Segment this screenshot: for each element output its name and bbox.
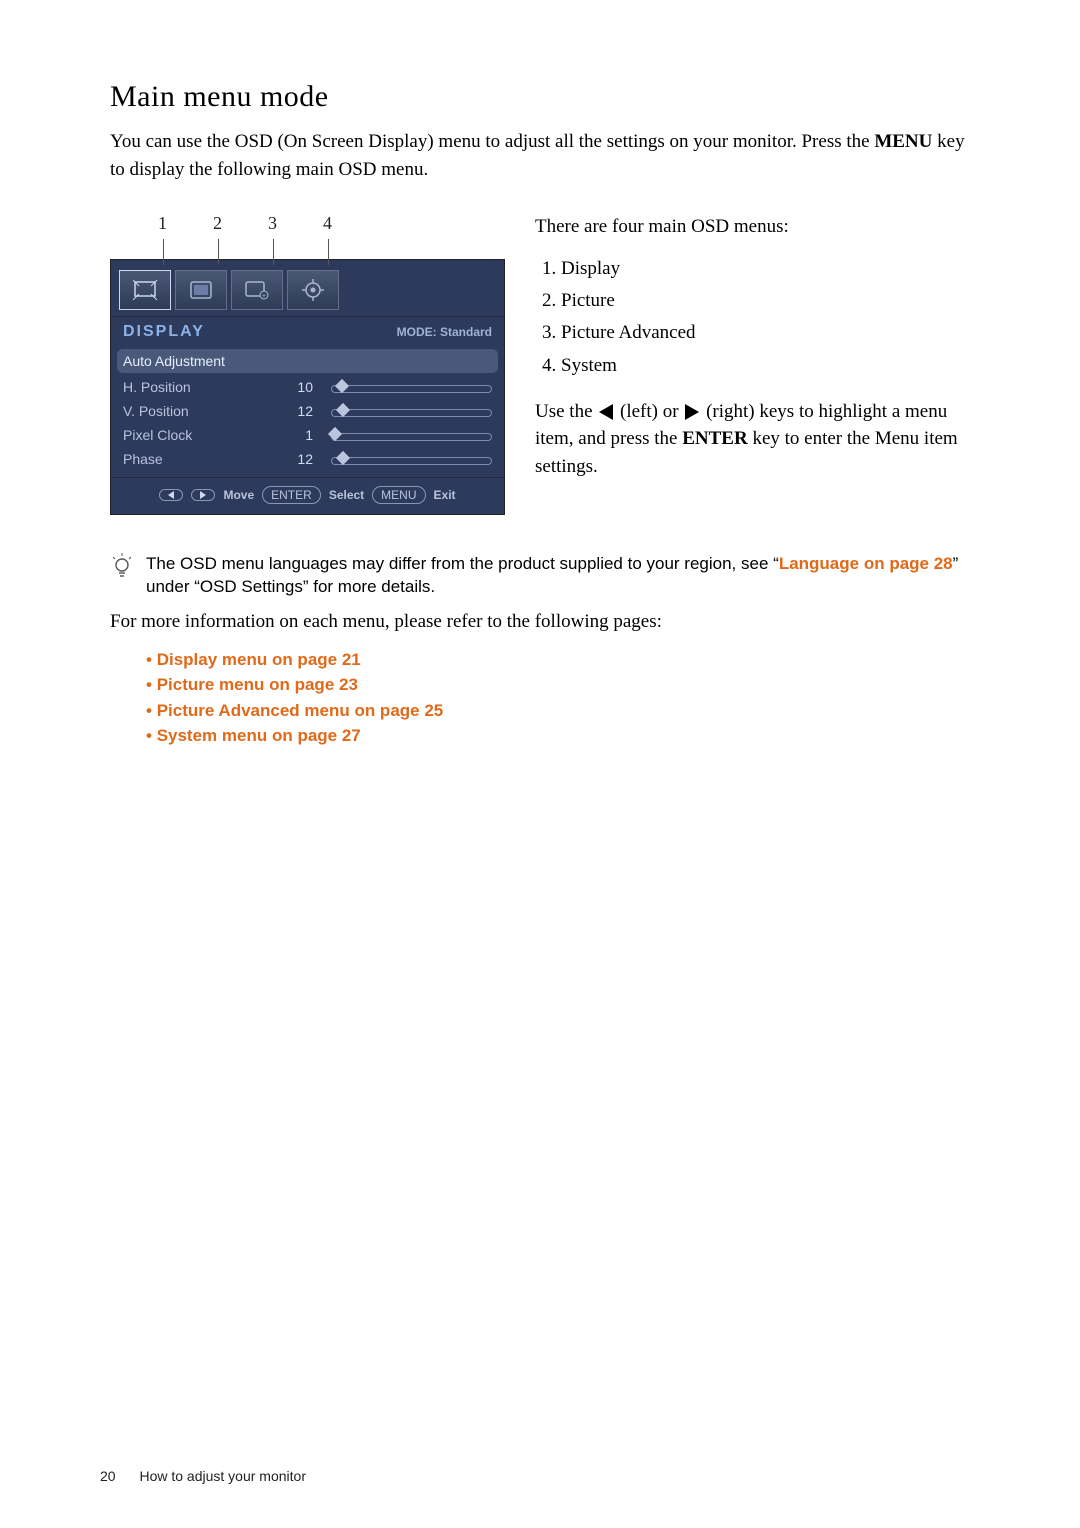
osd-mode: MODE: Standard	[397, 325, 492, 339]
use-text-a: Use the	[535, 401, 597, 422]
osd-slider	[323, 382, 492, 392]
display-menu-link[interactable]: Display menu on page 21	[146, 647, 980, 673]
intro-text-a: You can use the OSD (On Screen Display) …	[110, 131, 874, 152]
osd-row-label: Phase	[123, 451, 273, 467]
osd-row-value: 10	[273, 379, 313, 395]
osd-row-value: 12	[273, 403, 313, 419]
osd-tab-picture	[175, 270, 227, 310]
svg-text:+: +	[262, 292, 266, 300]
osd-row: Auto Adjustment	[117, 349, 498, 373]
menu-links-list: Display menu on page 21 Picture menu on …	[146, 647, 980, 749]
osd-slider	[323, 430, 492, 440]
section-heading: Main menu mode	[110, 80, 980, 114]
exit-label: Exit	[434, 488, 456, 502]
osd-tab-picture-advanced: +	[231, 270, 283, 310]
osd-tab-system	[287, 270, 339, 310]
osd-row-value: 1	[273, 427, 313, 443]
lightbulb-icon	[110, 553, 134, 599]
footer-section: How to adjust your monitor	[139, 1468, 306, 1484]
more-info-text: For more information on each menu, pleas…	[110, 611, 980, 633]
osd-slider	[323, 406, 492, 416]
gear-icon	[298, 277, 328, 303]
osd-menu-list: Display Picture Picture Advanced System	[561, 253, 980, 382]
language-link[interactable]: Language on page 28	[779, 554, 953, 573]
osd-row-value: 12	[273, 451, 313, 467]
osd-row-label: H. Position	[123, 379, 273, 395]
right-arrow-icon	[685, 404, 699, 420]
picture-advanced-menu-link[interactable]: Picture Advanced menu on page 25	[146, 698, 980, 724]
intro-paragraph: You can use the OSD (On Screen Display) …	[110, 128, 980, 183]
system-menu-link[interactable]: System menu on page 27	[146, 723, 980, 749]
osd-row: V. Position12	[123, 399, 492, 423]
list-item: Picture	[561, 285, 980, 317]
move-buttons-icon	[159, 489, 183, 501]
tip-text-a: The OSD menu languages may differ from t…	[146, 554, 779, 573]
list-item: System	[561, 350, 980, 382]
osd-row: Pixel Clock1	[123, 423, 492, 447]
osd-row-label: Auto Adjustment	[123, 353, 273, 369]
menu-key: MENU	[874, 131, 932, 152]
list-item: Picture Advanced	[561, 317, 980, 349]
osd-row-label: Pixel Clock	[123, 427, 273, 443]
osd-tab-number: 1	[135, 213, 190, 259]
osd-row: H. Position10	[123, 375, 492, 399]
osd-row-label: V. Position	[123, 403, 273, 419]
right-intro: There are four main OSD menus:	[535, 213, 980, 241]
picture-menu-link[interactable]: Picture menu on page 23	[146, 672, 980, 698]
enter-key: ENTER	[682, 428, 747, 449]
osd-figure: 1 2 3 4 +	[110, 213, 505, 515]
picture-icon	[186, 277, 216, 303]
osd-tab-number: 2	[190, 213, 245, 259]
move-buttons-icon	[191, 489, 215, 501]
page-number: 20	[100, 1468, 116, 1484]
tip-note: The OSD menu languages may differ from t…	[110, 553, 980, 599]
osd-slider	[323, 454, 492, 464]
left-arrow-icon	[599, 404, 613, 420]
picture-adv-icon: +	[242, 277, 272, 303]
left-hint: (left) or	[615, 401, 683, 422]
osd-tab-display	[119, 270, 171, 310]
menu-pill: MENU	[372, 486, 425, 504]
list-item: Display	[561, 253, 980, 285]
osd-title: DISPLAY	[123, 323, 205, 341]
osd-row: Phase12	[123, 447, 492, 471]
usage-paragraph: Use the (left) or (right) keys to high­l…	[535, 398, 980, 481]
move-label: Move	[223, 488, 254, 502]
osd-tab-number: 3	[245, 213, 300, 259]
osd-tab-number: 4	[300, 213, 355, 259]
enter-pill: ENTER	[262, 486, 321, 504]
display-icon	[130, 277, 160, 303]
page-footer: 20 How to adjust your monitor	[100, 1468, 306, 1484]
select-label: Select	[329, 488, 364, 502]
osd-footer: Move ENTER Select MENU Exit	[111, 477, 504, 514]
